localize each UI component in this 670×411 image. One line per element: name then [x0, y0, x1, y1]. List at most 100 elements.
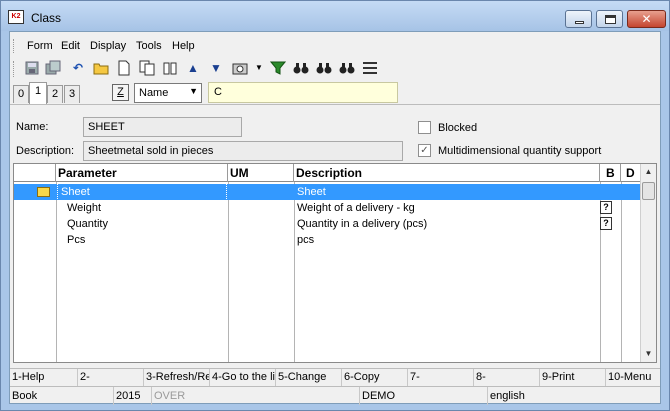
title-bar[interactable]: K2 Class ✕ [1, 1, 669, 31]
table-row[interactable]: Weight Weight of a delivery - kg ? [14, 200, 640, 216]
fkey-7[interactable]: 7- [408, 369, 474, 386]
menu-help[interactable]: Help [172, 40, 195, 52]
binoculars-find-icon[interactable] [339, 60, 355, 76]
list-icon[interactable] [362, 60, 378, 76]
scroll-thumb[interactable] [642, 182, 655, 200]
tab-1[interactable]: 1 [29, 82, 47, 104]
camera-icon[interactable] [232, 60, 248, 76]
copy-document-icon[interactable] [139, 60, 155, 76]
search-input[interactable]: C [208, 82, 398, 103]
app-icon: K2 [8, 10, 24, 24]
new-document-icon[interactable] [116, 60, 132, 76]
cell-um[interactable] [228, 200, 294, 216]
cell-parameter[interactable]: Sheet [57, 183, 227, 201]
fkey-3[interactable]: 3-Refresh/Re [144, 369, 210, 386]
status-over: OVER [152, 387, 360, 405]
fkey-9[interactable]: 9-Print [540, 369, 606, 386]
scroll-down-icon[interactable]: ▼ [641, 346, 656, 362]
menu-grip [13, 39, 16, 53]
binoculars-icon[interactable] [293, 60, 309, 76]
cell-parameter[interactable]: Pcs [64, 232, 224, 248]
folder-icon [37, 187, 50, 197]
header-icon-column [14, 164, 56, 182]
fkey-4[interactable]: 4-Go to the li [210, 369, 276, 386]
function-key-bar: 1-Help 2- 3-Refresh/Re 4-Go to the li 5-… [10, 368, 660, 386]
search-field-select[interactable]: Name ▼ [134, 83, 202, 103]
cell-description[interactable]: Weight of a delivery - kg [294, 200, 600, 216]
toolbar-grip [13, 61, 16, 77]
fkey-6[interactable]: 6-Copy [342, 369, 408, 386]
undo-icon[interactable]: ↶ [70, 60, 86, 76]
multidimensional-label: Multidimensional quantity support [438, 145, 602, 157]
minimize-button[interactable] [565, 10, 592, 28]
name-label: Name: [16, 121, 49, 133]
menu-bar: Form Edit Display Tools Help [10, 36, 660, 56]
open-folder-icon[interactable] [93, 60, 109, 76]
table-row[interactable]: Sheet Sheet [14, 183, 640, 201]
cell-parameter[interactable]: Weight [64, 200, 224, 216]
menu-edit[interactable]: Edit [61, 40, 80, 52]
menu-form[interactable]: Form [27, 40, 53, 52]
close-icon: ✕ [641, 12, 652, 26]
tab-row: 0 1 2 3 Z Name ▼ C [10, 82, 660, 104]
tab-0[interactable]: 0 [13, 85, 29, 103]
class-window: K2 Class ✕ Form Edit Display Tools Help … [0, 0, 670, 411]
cell-description[interactable]: pcs [294, 232, 600, 248]
menu-tools[interactable]: Tools [136, 40, 162, 52]
grid-header: Parameter UM Description B D [14, 164, 640, 182]
blocked-checkbox[interactable] [418, 121, 431, 134]
status-year: 2015 [114, 387, 152, 405]
parameters-grid: Parameter UM Description B D Sheet Sheet… [13, 163, 657, 363]
name-field[interactable]: SHEET [83, 117, 242, 137]
arrow-down-icon[interactable]: ▼ [208, 60, 224, 76]
fkey-10[interactable]: 10-Menu [606, 369, 660, 386]
vertical-scrollbar[interactable]: ▲ ▼ [640, 164, 656, 362]
cell-description[interactable]: Sheet [294, 184, 600, 200]
tab-3[interactable]: 3 [64, 85, 80, 103]
arrow-up-icon[interactable]: ▲ [185, 60, 201, 76]
fkey-2[interactable]: 2- [78, 369, 144, 386]
fkey-1[interactable]: 1-Help [10, 369, 78, 386]
chevron-down-icon: ▼ [189, 86, 198, 96]
cell-um[interactable] [228, 184, 294, 200]
maximize-button[interactable] [596, 10, 623, 28]
header-parameter[interactable]: Parameter [56, 164, 228, 182]
menu-display[interactable]: Display [90, 40, 126, 52]
close-button[interactable]: ✕ [627, 10, 666, 28]
multidimensional-checkbox[interactable]: ✓ [418, 144, 431, 157]
filter-icon[interactable] [269, 60, 287, 76]
window-title: Class [31, 11, 62, 25]
toolbar: ↶ ▲ ▼ ▼ [10, 57, 660, 81]
table-row[interactable]: Quantity Quantity in a delivery (pcs) ? [14, 216, 640, 232]
scroll-up-icon[interactable]: ▲ [641, 164, 656, 180]
status-database: DEMO [360, 387, 488, 405]
minimize-icon [575, 21, 584, 24]
header-d[interactable]: D [621, 164, 640, 182]
header-b[interactable]: B [600, 164, 621, 182]
tab-2[interactable]: 2 [47, 85, 63, 103]
dropdown-arrow-icon[interactable]: ▼ [251, 60, 267, 76]
save-all-icon[interactable] [45, 60, 61, 76]
fkey-5[interactable]: 5-Change [276, 369, 342, 386]
maximize-icon [605, 15, 616, 24]
binoculars-next-icon[interactable] [316, 60, 332, 76]
fkey-8[interactable]: 8- [474, 369, 540, 386]
cell-description[interactable]: Quantity in a delivery (pcs) [294, 216, 600, 232]
blocked-label: Blocked [438, 122, 478, 134]
description-field[interactable]: Sheetmetal sold in pieces [83, 141, 403, 161]
status-book: Book [10, 387, 114, 405]
search-field-value: Name [139, 87, 169, 99]
save-icon[interactable] [24, 60, 40, 76]
status-bar: Book 2015 OVER DEMO english [10, 386, 660, 405]
header-description[interactable]: Description [294, 164, 600, 182]
table-row[interactable]: Pcs pcs [14, 232, 640, 248]
status-language: english [490, 390, 525, 402]
header-um[interactable]: UM [228, 164, 294, 182]
note-icon[interactable]: ? [600, 201, 612, 214]
cell-um[interactable] [228, 232, 294, 248]
note-icon[interactable]: ? [600, 217, 612, 230]
z-button[interactable]: Z [112, 84, 129, 101]
cell-um[interactable] [228, 216, 294, 232]
cell-parameter[interactable]: Quantity [64, 216, 224, 232]
book-icon[interactable] [162, 60, 178, 76]
